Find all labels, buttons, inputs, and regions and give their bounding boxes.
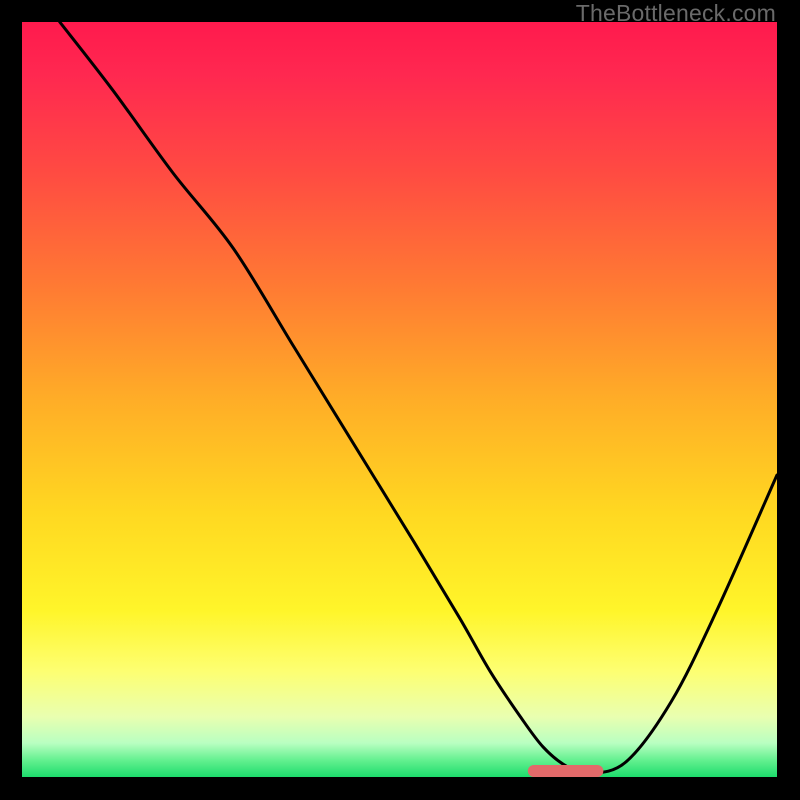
bottleneck-chart (22, 22, 777, 777)
chart-background (22, 22, 777, 777)
optimal-range-marker (528, 765, 604, 777)
chart-frame (22, 22, 777, 777)
